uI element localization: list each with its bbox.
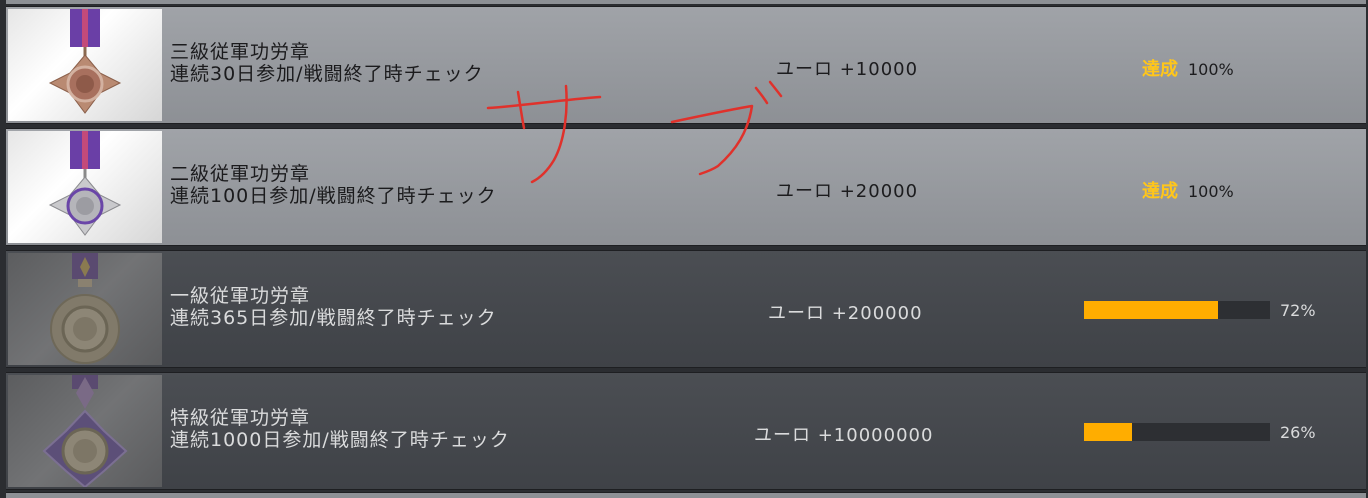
medal-name: 三級従軍功労章 [170, 41, 311, 63]
achieved-label: 達成 [1142, 59, 1178, 80]
status: 達成 100% [1142, 55, 1234, 81]
progress-fill [1084, 301, 1218, 319]
medal-name: 一級従軍功労章 [170, 285, 311, 307]
achievement-row[interactable]: 特級従軍功労章 連続1000日参加/戦闘終了時チェック ユーロ +1000000… [6, 372, 1366, 490]
medal-icon-silver [8, 131, 162, 243]
next-row-edge [6, 492, 1366, 498]
progress-bar [1084, 423, 1270, 441]
percent-label: 72% [1280, 301, 1316, 320]
reward-text: ユーロ +20000 [776, 181, 919, 202]
achievement-title: 特級従軍功労章 連続1000日参加/戦闘終了時チェック [170, 407, 510, 451]
medal-name: 特級従軍功労章 [170, 407, 311, 429]
percent-label: 26% [1280, 423, 1316, 442]
achievement-row[interactable]: 二級従軍功労章 連続100日参加/戦闘終了時チェック ユーロ +20000 達成… [6, 128, 1366, 246]
achievement-row[interactable]: 一級従軍功労章 連続365日参加/戦闘終了時チェック ユーロ +200000 7… [6, 250, 1366, 368]
medal-condition: 連続365日参加/戦闘終了時チェック [170, 307, 497, 329]
achievement-title: 二級従軍功労章 連続100日参加/戦闘終了時チェック [170, 163, 497, 207]
medal-icon-locked [8, 375, 162, 487]
medal-condition: 連続30日参加/戦闘終了時チェック [170, 63, 484, 85]
percent-label: 100% [1188, 182, 1234, 201]
progress-bar [1084, 301, 1270, 319]
status: 達成 100% [1142, 177, 1234, 203]
medal-name: 二級従軍功労章 [170, 163, 311, 185]
medal-icon-locked [8, 253, 162, 365]
achievement-title: 三級従軍功労章 連続30日参加/戦闘終了時チェック [170, 41, 484, 85]
achievement-row[interactable]: 三級従軍功労章 連続30日参加/戦闘終了時チェック ユーロ +10000 達成 1… [6, 6, 1366, 124]
achievement-list: 三級従軍功労章 連続30日参加/戦闘終了時チェック ユーロ +10000 達成 1… [0, 0, 1368, 498]
reward-text: ユーロ +10000000 [754, 425, 934, 446]
achieved-label: 達成 [1142, 181, 1178, 202]
medal-condition: 連続100日参加/戦闘終了時チェック [170, 185, 497, 207]
previous-row-edge [6, 0, 1366, 4]
medal-condition: 連続1000日参加/戦闘終了時チェック [170, 429, 510, 451]
progress-fill [1084, 423, 1133, 441]
reward-text: ユーロ +200000 [768, 303, 923, 324]
medal-icon-bronze [8, 9, 162, 121]
achievement-title: 一級従軍功労章 連続365日参加/戦闘終了時チェック [170, 285, 497, 329]
reward-text: ユーロ +10000 [776, 59, 919, 80]
percent-label: 100% [1188, 60, 1234, 79]
